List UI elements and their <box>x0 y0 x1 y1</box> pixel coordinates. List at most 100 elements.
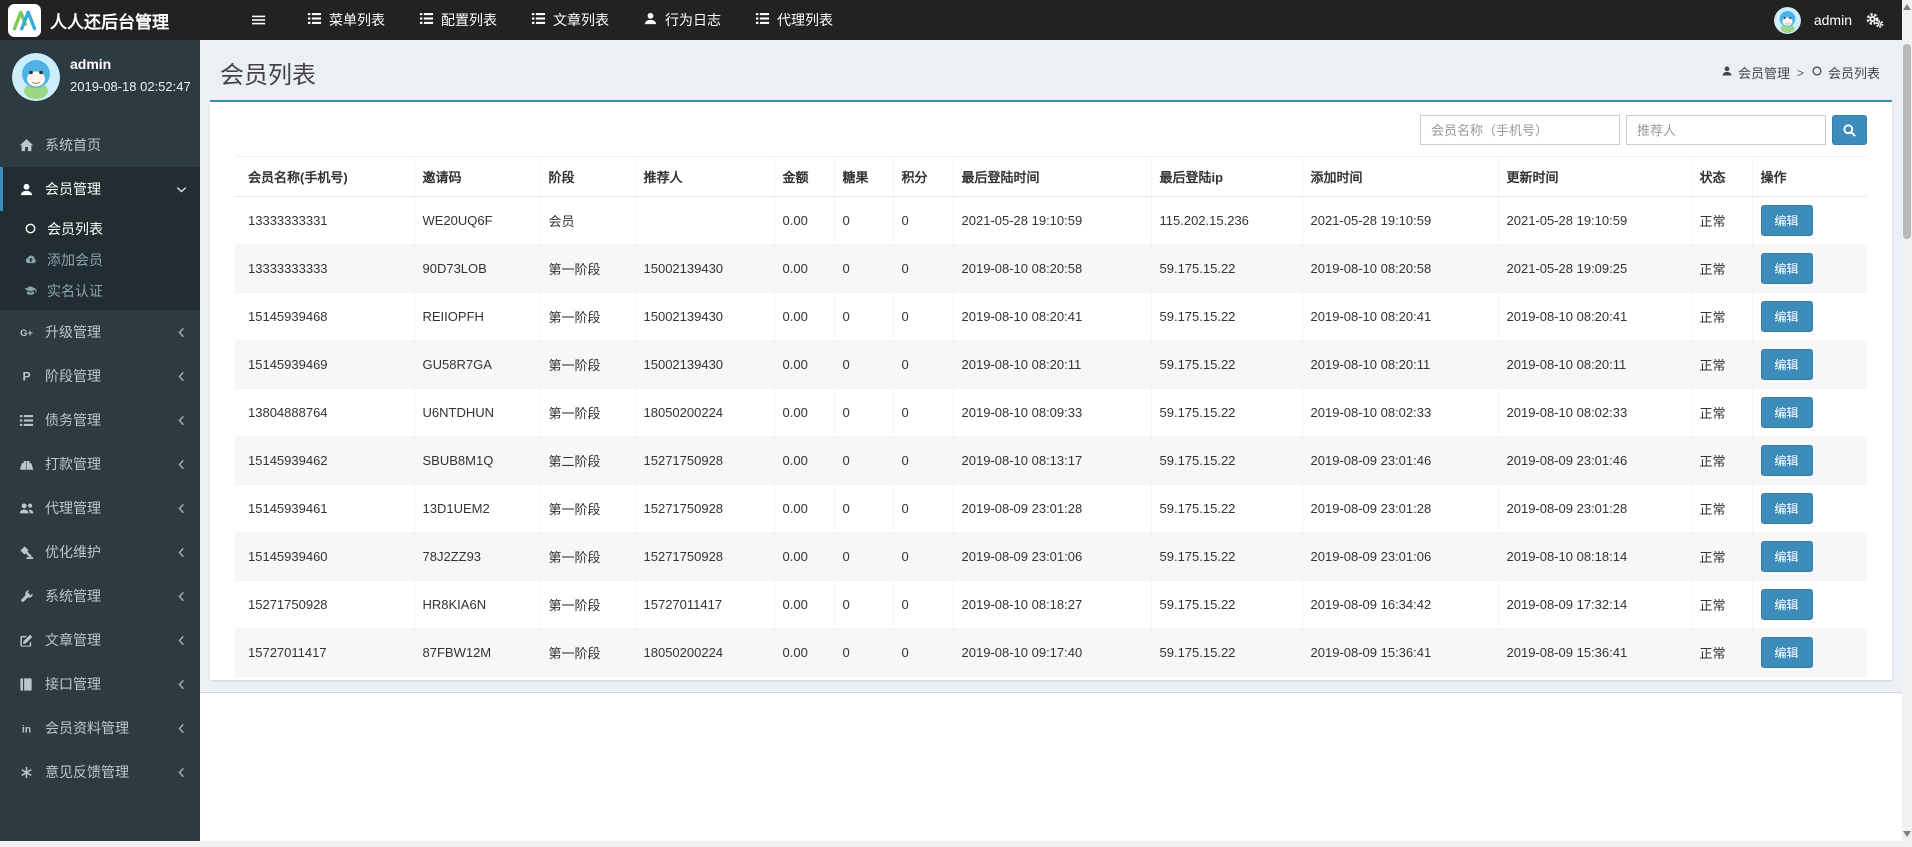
edit-button[interactable]: 编辑 <box>1760 589 1813 620</box>
sidebar-item-system-home[interactable]: 系统首页 <box>0 123 200 167</box>
sidebar-item-article-mgmt[interactable]: 文章管理 <box>0 618 200 662</box>
table-cell: 0.00 <box>774 196 835 245</box>
user-icon <box>16 182 36 197</box>
table-cell: 2019-08-09 15:36:41 <box>1302 628 1499 677</box>
navbar-menu: 菜单列表 配置列表 文章列表 行为日志 代理列表 <box>290 0 850 40</box>
sidebar-subitem-realname-auth[interactable]: 实名认证 <box>0 275 200 306</box>
brand[interactable]: 人人还后台管理 <box>0 3 208 37</box>
table-cell: 0.00 <box>774 292 835 341</box>
referrer-input[interactable] <box>1626 115 1826 145</box>
nav-item-article-list[interactable]: 文章列表 <box>514 0 626 40</box>
edit-button[interactable]: 编辑 <box>1760 397 1813 428</box>
breadcrumb-parent[interactable]: 会员管理 <box>1721 63 1790 82</box>
chevron-left-icon <box>175 678 188 691</box>
nav-item-behavior-log[interactable]: 行为日志 <box>626 0 738 40</box>
edit-button[interactable]: 编辑 <box>1760 445 1813 476</box>
sidebar-item-api-mgmt[interactable]: 接口管理 <box>0 662 200 706</box>
scroll-up-arrow-icon[interactable] <box>1903 4 1911 10</box>
nav-item-label: 行为日志 <box>665 12 721 28</box>
nav-item-agent-list[interactable]: 代理列表 <box>738 0 850 40</box>
table-cell: 0 <box>834 388 894 437</box>
edit-button[interactable]: 编辑 <box>1760 349 1813 380</box>
sidebar-item-member-data-mgmt[interactable]: in 会员资料管理 <box>0 706 200 750</box>
nav-item-label: 配置列表 <box>441 12 497 28</box>
member-name-input[interactable] <box>1420 115 1620 145</box>
sidebar-item-label: 文章管理 <box>45 632 101 648</box>
sidebar-toggle-button[interactable] <box>242 0 276 40</box>
list-icon <box>755 11 770 29</box>
table-cell: 2019-08-09 23:01:28 <box>1302 484 1499 533</box>
column-header: 最后登陆ip <box>1151 156 1303 197</box>
user-avatar[interactable] <box>1773 6 1801 34</box>
table-cell: 0 <box>893 628 954 677</box>
gplus-icon: G+ <box>16 325 36 340</box>
table-row: 13804888764 U6NTDHUN 第一阶段 18050200224 0.00 0 0… <box>235 388 1867 437</box>
sidebar-item-agent-mgmt[interactable]: 代理管理 <box>0 486 200 530</box>
table-cell: 15002139430 <box>635 340 775 389</box>
table-cell: 2019-08-10 08:09:33 <box>953 388 1152 437</box>
table-cell: 第一阶段 <box>540 628 636 677</box>
circle-o-icon <box>21 222 39 235</box>
sidebar-item-label: 系统首页 <box>45 137 101 153</box>
column-header: 糖果 <box>834 156 894 197</box>
table-cell: 2019-08-09 16:34:42 <box>1302 580 1499 629</box>
table-cell: 15002139430 <box>635 244 775 293</box>
sidebar-item-debt-mgmt[interactable]: 债务管理 <box>0 398 200 442</box>
table-cell: 正常 <box>1691 484 1753 533</box>
table-cell: 2019-08-10 08:02:33 <box>1302 388 1499 437</box>
table-cell: 0 <box>893 436 954 485</box>
vertical-scrollbar[interactable] <box>1902 0 1912 841</box>
sidebar-item-label: 优化维护 <box>45 544 101 560</box>
sidebar-item-upgrade-mgmt[interactable]: G+ 升级管理 <box>0 310 200 354</box>
table-cell: 59.175.15.22 <box>1151 532 1303 581</box>
edit-button[interactable]: 编辑 <box>1760 637 1813 668</box>
table-cell: 59.175.15.22 <box>1151 484 1303 533</box>
table-cell: 15002139430 <box>635 292 775 341</box>
table-cell: 第二阶段 <box>540 436 636 485</box>
edit-button[interactable]: 编辑 <box>1760 493 1813 524</box>
nav-item-config-list[interactable]: 配置列表 <box>402 0 514 40</box>
sidebar-item-member-mgmt[interactable]: 会员管理 <box>0 167 200 211</box>
table-cell: 2019-08-10 08:20:11 <box>1498 340 1692 389</box>
horizontal-scrollbar[interactable] <box>0 841 1912 847</box>
edit-button[interactable]: 编辑 <box>1760 253 1813 284</box>
table-cell: 2019-08-09 23:01:06 <box>1302 532 1499 581</box>
edit-icon <box>16 633 36 648</box>
table-cell: 0 <box>834 580 894 629</box>
table-cell: 0 <box>893 580 954 629</box>
sidebar-subitem-add-member[interactable]: 添加会员 <box>0 244 200 275</box>
table-cell: 2019-08-09 17:32:14 <box>1498 580 1692 629</box>
sidebar-item-payment-mgmt[interactable]: 打款管理 <box>0 442 200 486</box>
sidebar-subitem-member-list[interactable]: 会员列表 <box>0 213 200 244</box>
table-cell: 0 <box>893 292 954 341</box>
search-button[interactable] <box>1832 115 1867 145</box>
scrollbar-thumb[interactable] <box>1903 44 1911 239</box>
sidebar-item-optimize-maintain[interactable]: 优化维护 <box>0 530 200 574</box>
sidebar-menu: 系统首页会员管理 会员列表 添加会员 实名认证 G+ 升级管理 P 阶段管理债务管理打款管理代… <box>0 123 200 794</box>
nav-item-menu-list[interactable]: 菜单列表 <box>290 0 402 40</box>
sidebar-item-label: 意见反馈管理 <box>45 764 129 780</box>
sidebar-item-system-mgmt[interactable]: 系统管理 <box>0 574 200 618</box>
sidebar-item-label: 债务管理 <box>45 412 101 428</box>
table-cell: 2019-08-09 15:36:41 <box>1498 628 1692 677</box>
table-cell: HR8KIA6N <box>414 580 541 629</box>
navbar-username[interactable]: admin <box>1814 12 1852 28</box>
footer <box>200 692 1902 841</box>
table-cell: 0 <box>893 244 954 293</box>
edit-button[interactable]: 编辑 <box>1760 205 1813 236</box>
table-cell: 0 <box>893 388 954 437</box>
scroll-down-arrow-icon[interactable] <box>1903 831 1911 837</box>
edit-button[interactable]: 编辑 <box>1760 541 1813 572</box>
settings-gears-icon[interactable] <box>1865 12 1884 28</box>
table-cell: 2021-05-28 19:10:59 <box>1498 196 1692 245</box>
table-cell: 87FBW12M <box>414 628 541 677</box>
chevron-left-icon <box>175 326 188 339</box>
nav-item-label: 代理列表 <box>777 12 833 28</box>
table-cell: 2019-08-10 08:20:11 <box>953 340 1152 389</box>
table-cell: 15727011417 <box>635 580 775 629</box>
table-cell: 15271750928 <box>635 484 775 533</box>
edit-button[interactable]: 编辑 <box>1760 301 1813 332</box>
breadcrumb-current[interactable]: 会员列表 <box>1811 63 1880 82</box>
sidebar-item-stage-mgmt[interactable]: P 阶段管理 <box>0 354 200 398</box>
sidebar-item-feedback-mgmt[interactable]: 意见反馈管理 <box>0 750 200 794</box>
